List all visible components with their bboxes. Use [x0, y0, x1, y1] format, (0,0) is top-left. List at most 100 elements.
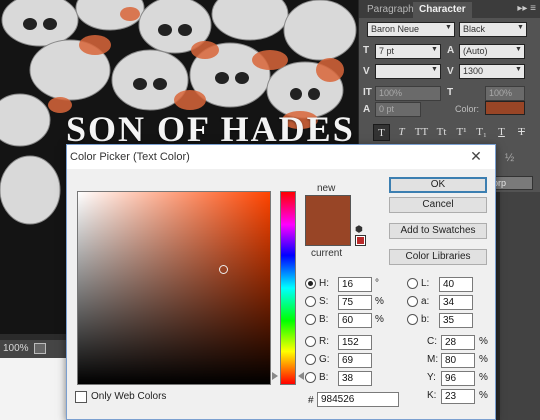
add-to-swatches-button[interactable]: Add to Swatches	[389, 223, 487, 239]
small-caps-button[interactable]: Tt	[433, 124, 450, 141]
horizontal-scale-icon: T	[447, 87, 454, 98]
current-color-swatch[interactable]	[305, 221, 351, 246]
kerning-field[interactable]: ▼	[375, 64, 441, 79]
blue-label: B:	[319, 372, 329, 383]
zoom-level[interactable]: 100%	[3, 343, 29, 354]
underline-button[interactable]: T	[493, 124, 510, 141]
saturation-input[interactable]: 75	[338, 295, 372, 310]
vertical-scale-field[interactable]: 100%	[375, 86, 441, 101]
leading-icon: A	[447, 45, 455, 56]
black-input[interactable]: 23	[441, 389, 475, 404]
new-color-label: new	[317, 183, 336, 194]
only-web-colors-checkbox[interactable]	[75, 391, 87, 403]
lab-b-row: b: 35	[407, 313, 487, 329]
baseline-shift-icon: A	[363, 104, 371, 115]
out-of-gamut-warning-icon[interactable]	[355, 235, 366, 246]
hue-slider-left-arrow-icon[interactable]	[272, 372, 278, 381]
ok-button[interactable]: OK	[389, 177, 487, 193]
horizontal-scale-field[interactable]: 100%	[485, 86, 525, 101]
green-radio[interactable]	[305, 354, 316, 365]
blue-input[interactable]: 38	[338, 371, 372, 386]
tracking-field[interactable]: 1300 ▼	[459, 64, 525, 79]
hue-input[interactable]: 16	[338, 277, 372, 292]
lab-l-input[interactable]: 40	[439, 277, 473, 292]
lab-l-radio[interactable]	[407, 278, 418, 289]
lab-l-label: L:	[421, 278, 430, 289]
saturation-unit: %	[375, 296, 384, 307]
current-color-label: current	[311, 248, 343, 259]
baseline-shift-field[interactable]: 0 pt	[375, 102, 421, 117]
subscript-button[interactable]: T₁	[473, 124, 490, 141]
color-picker-dialog: Color Picker (Text Color) ✕ new current …	[66, 144, 496, 420]
blue-row: B: 38	[305, 371, 385, 387]
red-label: R:	[319, 336, 329, 347]
lab-a-radio[interactable]	[407, 296, 418, 307]
font-size-value: 7 pt	[379, 46, 395, 56]
font-size-icon: T	[363, 45, 370, 56]
text-color-swatch[interactable]	[485, 101, 525, 115]
kerning-icon: V	[363, 66, 370, 77]
hex-input[interactable]: 984526	[317, 392, 399, 407]
hue-radio[interactable]	[305, 278, 316, 289]
web-safe-cube-icon[interactable]: ⬢	[355, 225, 364, 234]
black-label: K:	[427, 390, 437, 401]
document-page-preview	[0, 358, 70, 420]
hue-slider[interactable]	[280, 191, 296, 385]
lab-l-row: L: 40	[407, 277, 487, 293]
photoshop-workspace: SON OF HADES 100% Paragraph Character ▸▸…	[0, 0, 540, 420]
font-size-field[interactable]: 7 pt ▼	[375, 44, 441, 59]
new-color-swatch	[305, 195, 351, 221]
tracking-value: 1300	[463, 66, 484, 76]
document-info-icon[interactable]	[34, 343, 46, 354]
lab-a-label: a:	[421, 296, 430, 307]
chevron-down-icon: ▼	[517, 24, 524, 31]
color-libraries-button[interactable]: Color Libraries	[389, 249, 487, 265]
all-caps-button[interactable]: TT	[413, 124, 430, 141]
leading-field[interactable]: (Auto) ▼	[459, 44, 525, 59]
tab-character[interactable]: Character	[413, 2, 472, 18]
red-input[interactable]: 152	[338, 335, 372, 350]
color-field-marker[interactable]	[218, 264, 228, 274]
tracking-icon: V	[447, 66, 454, 77]
black-unit: %	[479, 390, 488, 401]
superscript-button[interactable]: T¹	[453, 124, 470, 141]
font-family-value: Baron Neue	[371, 24, 420, 34]
saturation-brightness-field[interactable]	[77, 191, 271, 385]
lab-b-radio[interactable]	[407, 314, 418, 325]
faux-italic-button[interactable]: T	[393, 124, 410, 141]
magenta-input[interactable]: 80	[441, 353, 475, 368]
tab-paragraph[interactable]: Paragraph	[361, 2, 420, 18]
cyan-input[interactable]: 28	[441, 335, 475, 350]
font-style-value: Black	[463, 24, 486, 34]
status-bar: 100%	[0, 340, 70, 358]
font-family-select[interactable]: Baron Neue ▼	[367, 22, 455, 37]
lab-a-input[interactable]: 34	[439, 295, 473, 310]
chevron-down-icon: ▼	[515, 66, 522, 73]
cyan-label: C:	[427, 336, 437, 347]
panel-menu-icon[interactable]: ▸▸ ≡	[517, 3, 536, 14]
close-icon[interactable]: ✕	[469, 148, 483, 164]
green-input[interactable]: 69	[338, 353, 372, 368]
strikethrough-button[interactable]: T	[513, 124, 530, 141]
lab-a-row: a: 34	[407, 295, 487, 311]
chevron-down-icon: ▼	[445, 24, 452, 31]
fractions-button[interactable]: ½	[505, 152, 514, 164]
blue-radio[interactable]	[305, 372, 316, 383]
brightness-input[interactable]: 60	[338, 313, 372, 328]
only-web-colors-label: Only Web Colors	[91, 391, 167, 402]
red-radio[interactable]	[305, 336, 316, 347]
cyan-row: C: 28 %	[427, 335, 495, 351]
panel-gutter	[500, 192, 540, 420]
green-label: G:	[319, 354, 330, 365]
hue-unit: °	[375, 278, 379, 289]
hue-slider-right-arrow-icon[interactable]	[298, 372, 304, 381]
yellow-input[interactable]: 96	[441, 371, 475, 386]
lab-b-input[interactable]: 35	[439, 313, 473, 328]
cancel-button[interactable]: Cancel	[389, 197, 487, 213]
saturation-radio[interactable]	[305, 296, 316, 307]
panel-tabs: Paragraph Character ▸▸ ≡	[359, 0, 540, 18]
font-style-select[interactable]: Black ▼	[459, 22, 527, 37]
hue-row: H: 16 °	[305, 277, 385, 293]
brightness-radio[interactable]	[305, 314, 316, 325]
faux-bold-button[interactable]: T	[373, 124, 390, 141]
